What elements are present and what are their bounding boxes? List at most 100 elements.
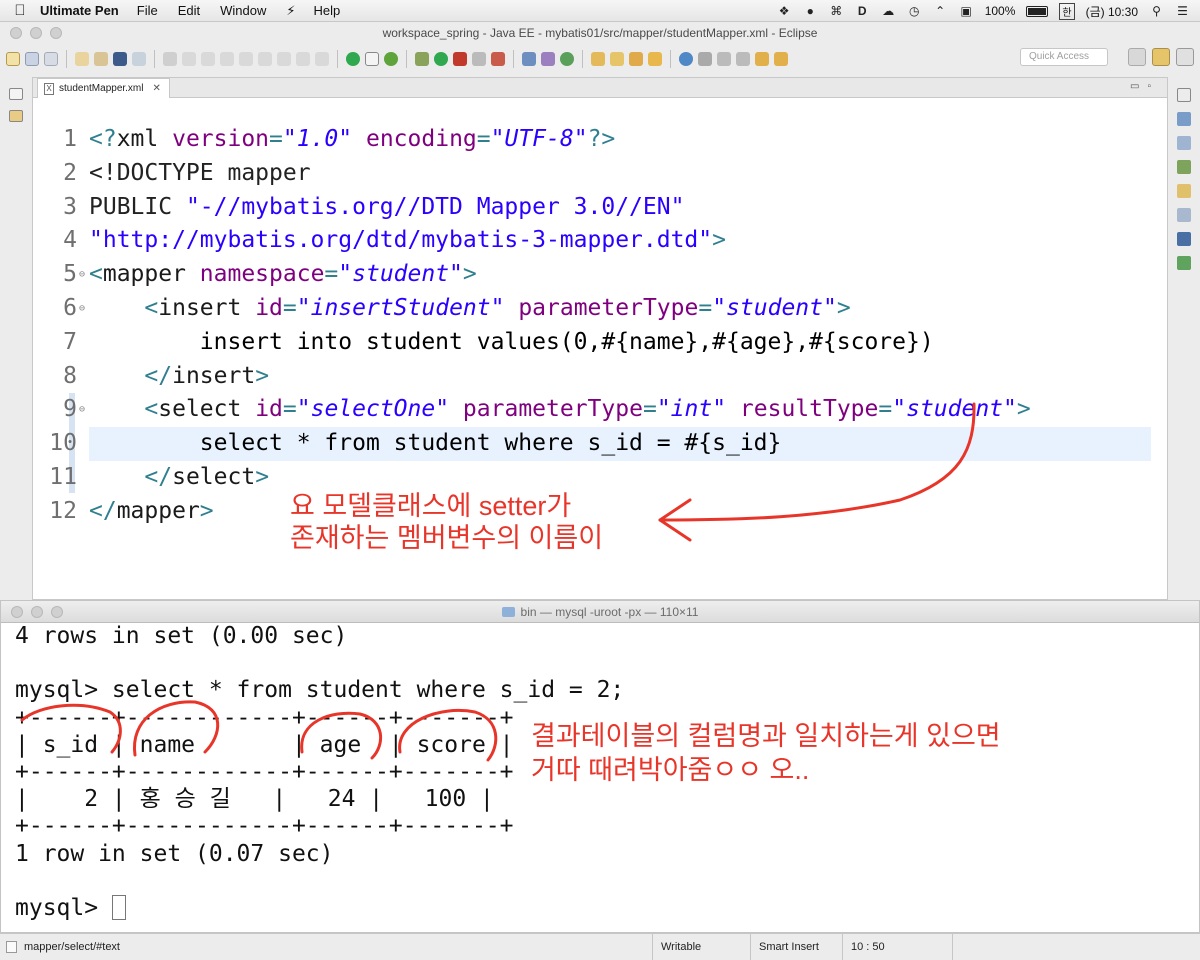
wifi-icon[interactable]: ⌃ bbox=[933, 4, 948, 18]
git-perspective-icon[interactable] bbox=[1176, 48, 1194, 66]
server-start-icon[interactable] bbox=[346, 52, 360, 66]
code-line[interactable]: 8 </insert> bbox=[33, 360, 1167, 394]
project-explorer-icon[interactable] bbox=[9, 110, 23, 122]
terminal-prompt-line[interactable]: mysql> bbox=[15, 894, 624, 922]
annotation-icon[interactable] bbox=[698, 52, 712, 66]
new-package-icon[interactable] bbox=[541, 52, 555, 66]
open-folder-icon[interactable] bbox=[591, 52, 605, 66]
resume-icon[interactable] bbox=[182, 52, 196, 66]
snippets-icon[interactable] bbox=[1177, 256, 1191, 270]
skip-breakpoints-icon[interactable] bbox=[163, 52, 177, 66]
console-icon[interactable] bbox=[1177, 232, 1191, 246]
notification-center-icon[interactable]: ☰ bbox=[1175, 4, 1190, 18]
menu-help[interactable]: Help bbox=[314, 3, 341, 18]
lightning-icon[interactable]: ⚡ bbox=[286, 3, 295, 19]
code-line[interactable]: 4 "http://mybatis.org/dtd/mybatis-3-mappe… bbox=[33, 224, 1167, 258]
globe-icon[interactable] bbox=[679, 52, 693, 66]
airplay-icon[interactable]: ▣ bbox=[959, 4, 974, 18]
close-tab-icon[interactable]: ✕ bbox=[153, 79, 161, 98]
fold-toggle-icon[interactable]: ⊖ bbox=[79, 258, 85, 292]
annotation-column-note: 결과테이블의 컬럼명과 일치하는게 있으면 거따 때려박아줌ㅇㅇ 오.. bbox=[531, 719, 1001, 787]
new-class-icon[interactable] bbox=[560, 52, 574, 66]
code-line[interactable]: 7 insert into student values(0,#{name},#… bbox=[33, 326, 1167, 360]
code-line[interactable]: 3 PUBLIC "-//mybatis.org//DTD Mapper 3.0/… bbox=[33, 191, 1167, 225]
pen-icon[interactable] bbox=[629, 52, 643, 66]
terminal-icon[interactable] bbox=[113, 52, 127, 66]
command-icon[interactable]: ⌘ bbox=[829, 4, 844, 18]
code-text: </mapper> bbox=[89, 495, 1151, 529]
save-icon[interactable] bbox=[25, 52, 39, 66]
spotlight-icon[interactable]: ⚲ bbox=[1149, 4, 1164, 18]
quick-access-input[interactable]: Quick Access bbox=[1020, 48, 1108, 66]
code-line[interactable]: 5 ⊖ <mapper namespace="student"> bbox=[33, 258, 1167, 292]
data-source-icon[interactable] bbox=[1177, 208, 1191, 222]
apple-menu-icon[interactable]:  bbox=[0, 2, 40, 19]
task-icon[interactable] bbox=[648, 52, 662, 66]
toggle-block-icon[interactable] bbox=[365, 52, 379, 66]
terminal-window[interactable]: bin — mysql -uroot -px — 110×11 4 rows i… bbox=[0, 600, 1200, 933]
fold-toggle-icon[interactable]: ⊖ bbox=[79, 393, 85, 427]
spring-icon[interactable] bbox=[384, 52, 398, 66]
fold-toggle-icon[interactable]: ⊖ bbox=[79, 292, 85, 326]
search-icon[interactable] bbox=[610, 52, 624, 66]
clock[interactable]: (금) 10:30 bbox=[1086, 3, 1138, 20]
zoom-terminal-button[interactable] bbox=[51, 606, 63, 618]
code-line[interactable]: 10 select * from student where s_id = #{… bbox=[33, 427, 1167, 461]
terminate-icon[interactable] bbox=[220, 52, 234, 66]
tab-studentmapper-xml[interactable]: X studentMapper.xml ✕ bbox=[37, 78, 170, 98]
open-task-icon[interactable] bbox=[94, 52, 108, 66]
servers-icon[interactable] bbox=[1177, 184, 1191, 198]
restore-icon[interactable] bbox=[1177, 88, 1191, 102]
step-over-icon[interactable] bbox=[277, 52, 291, 66]
editor-minmax-controls[interactable]: ▭▫ bbox=[1130, 81, 1159, 92]
save-all-icon[interactable] bbox=[44, 52, 58, 66]
close-terminal-button[interactable] bbox=[11, 606, 23, 618]
new-server-icon[interactable] bbox=[491, 52, 505, 66]
code-line[interactable]: 1 <?xml version="1.0" encoding="UTF-8"?> bbox=[33, 123, 1167, 157]
dropbox-icon[interactable]: ❖ bbox=[777, 4, 792, 18]
new-icon[interactable] bbox=[6, 52, 20, 66]
code-line[interactable]: 6 ⊖ <insert id="insertStudent" parameterT… bbox=[33, 292, 1167, 326]
cloud-icon[interactable]: ☁ bbox=[881, 4, 896, 18]
chat-bubble-icon[interactable]: ● bbox=[803, 4, 818, 18]
debug-icon[interactable] bbox=[415, 52, 429, 66]
menu-edit[interactable]: Edit bbox=[178, 3, 200, 18]
input-language[interactable]: 한 bbox=[1059, 2, 1075, 20]
code-token: < bbox=[144, 396, 159, 423]
coverage-icon[interactable] bbox=[453, 52, 467, 66]
menu-file[interactable]: File bbox=[137, 3, 158, 18]
restore-icon[interactable] bbox=[9, 88, 23, 100]
app-name-menu[interactable]: Ultimate Pen bbox=[40, 3, 119, 18]
code-token: > bbox=[1016, 396, 1031, 423]
java-ee-perspective-icon[interactable] bbox=[1152, 48, 1170, 66]
new-java-project-icon[interactable] bbox=[522, 52, 536, 66]
forward-icon[interactable] bbox=[774, 52, 788, 66]
problems-icon[interactable] bbox=[1177, 160, 1191, 174]
next-annotation-icon[interactable] bbox=[717, 52, 731, 66]
task-list-icon[interactable] bbox=[1177, 136, 1191, 150]
drop-to-frame-icon[interactable] bbox=[315, 52, 329, 66]
disconnect-icon[interactable] bbox=[239, 52, 253, 66]
prev-annotation-icon[interactable] bbox=[736, 52, 750, 66]
outline-icon[interactable] bbox=[1177, 112, 1191, 126]
back-icon[interactable] bbox=[755, 52, 769, 66]
step-return-icon[interactable] bbox=[296, 52, 310, 66]
open-type-icon[interactable] bbox=[75, 52, 89, 66]
battery-icon[interactable] bbox=[1026, 5, 1049, 17]
clock-status-icon[interactable]: ◷ bbox=[907, 4, 922, 18]
run-icon[interactable] bbox=[434, 52, 448, 66]
code-line[interactable]: 9 ⊖ <select id="selectOne" parameterType=… bbox=[33, 393, 1167, 427]
code-line[interactable]: 2 <!DOCTYPE mapper bbox=[33, 157, 1167, 191]
step-into-icon[interactable] bbox=[258, 52, 272, 66]
code-area[interactable]: 1 <?xml version="1.0" encoding="UTF-8"?> 2… bbox=[33, 123, 1167, 529]
macos-menubar:  Ultimate Pen File Edit Window ⚡ Help ❖… bbox=[0, 0, 1200, 22]
minimize-terminal-button[interactable] bbox=[31, 606, 43, 618]
code-token: = bbox=[698, 294, 713, 321]
suspend-icon[interactable] bbox=[201, 52, 215, 66]
external-tools-icon[interactable] bbox=[472, 52, 486, 66]
menu-window[interactable]: Window bbox=[220, 3, 266, 18]
open-perspective-icon[interactable] bbox=[1128, 48, 1146, 66]
bookmark-icon[interactable] bbox=[132, 52, 146, 66]
d-app-icon[interactable]: D bbox=[855, 4, 870, 18]
